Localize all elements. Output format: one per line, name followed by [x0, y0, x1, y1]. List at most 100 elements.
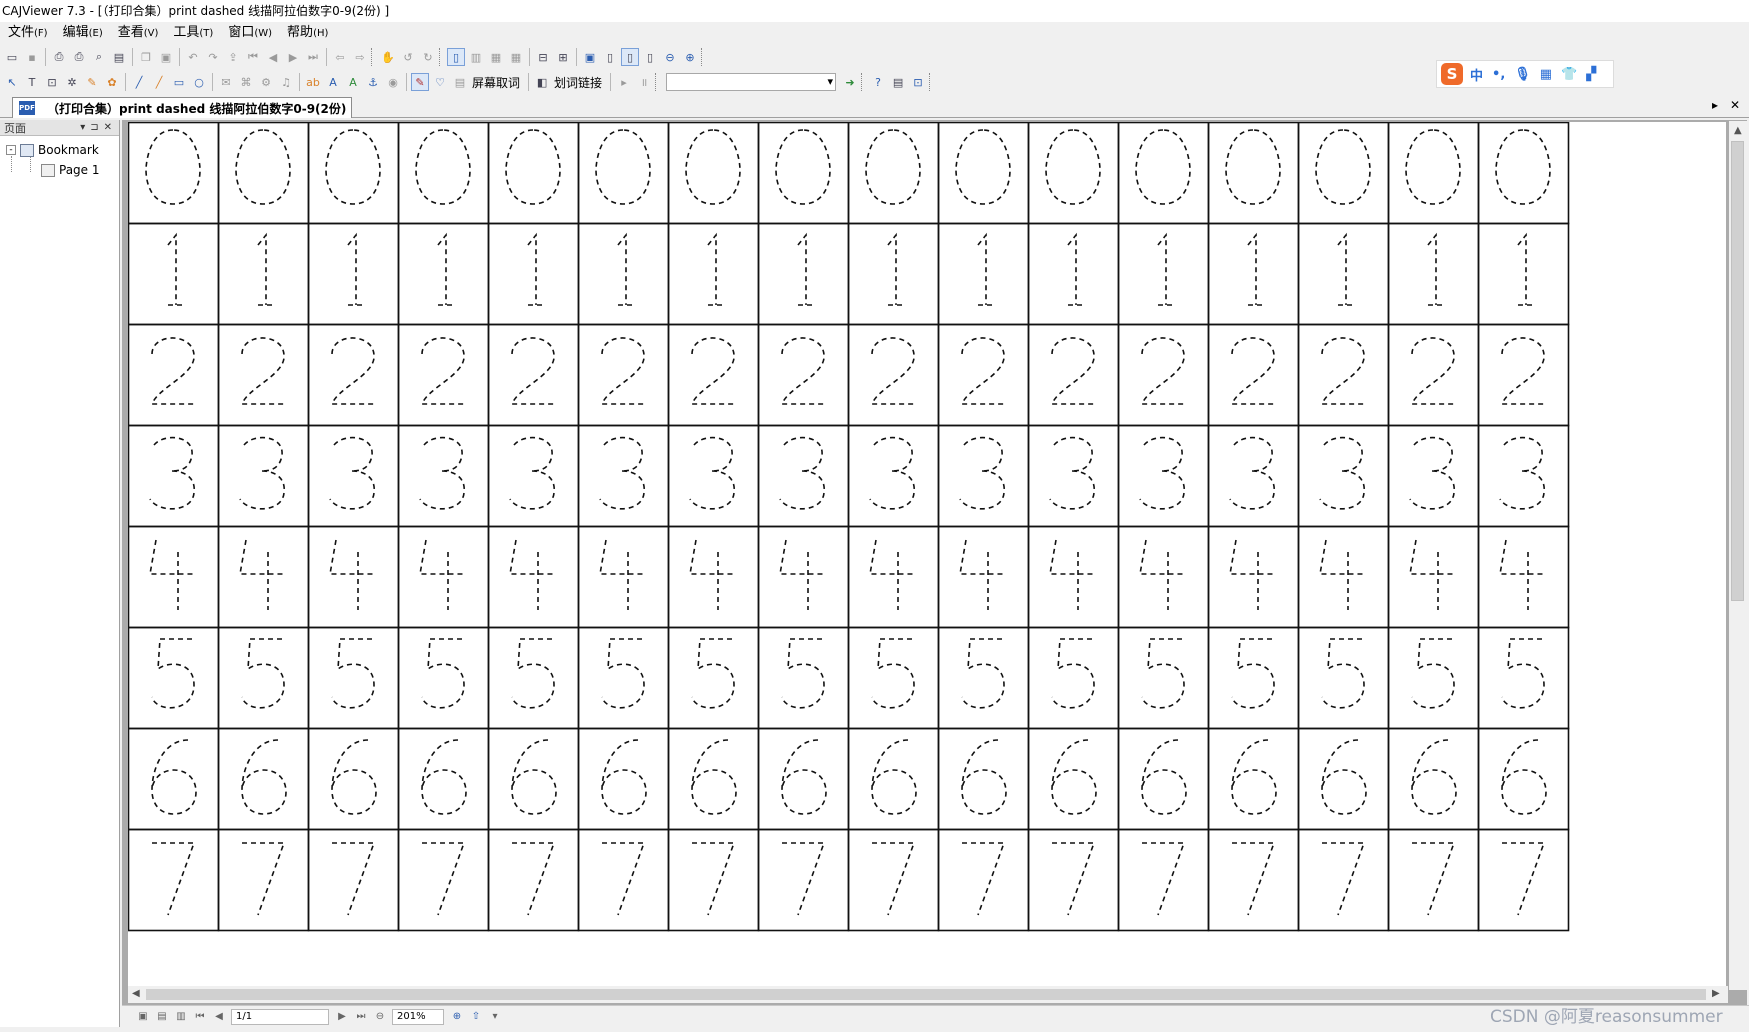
highlight-icon[interactable]: ✎	[83, 73, 101, 91]
continuous-icon[interactable]: ▥	[467, 48, 485, 66]
zoom-out-icon[interactable]: ⊖	[661, 48, 679, 66]
scroll-up-icon[interactable]: ▲	[1734, 125, 1742, 136]
last-page-icon[interactable]: ⏭	[354, 1010, 368, 1024]
side-panel-controls[interactable]: ▾⊐✕	[80, 122, 119, 133]
prev-page-icon[interactable]: ◀	[264, 48, 282, 66]
properties-icon[interactable]: ▤	[110, 48, 128, 66]
menu-edit[interactable]: 编辑(E)	[63, 22, 103, 45]
actual-size-icon[interactable]: ▯	[641, 48, 659, 66]
page-up-icon[interactable]: ⇧	[469, 1010, 483, 1024]
tree-expander[interactable]: -	[6, 145, 16, 155]
last-page-icon[interactable]: ⏭	[304, 48, 322, 66]
tab-close-icon[interactable]: ✕	[1730, 98, 1740, 112]
menu-view[interactable]: 查看(V)	[118, 22, 159, 45]
redo-icon[interactable]: ↷	[204, 48, 222, 66]
select-image-icon[interactable]: ⊞	[554, 48, 572, 66]
screen-capture-icon[interactable]: ▤	[451, 73, 469, 91]
horizontal-scrollbar[interactable]: ◀ ▶	[128, 986, 1728, 1003]
ime-mode[interactable]: 中	[1470, 65, 1483, 84]
menu-tools[interactable]: 工具(T)	[173, 22, 213, 45]
heart-icon[interactable]: ♡	[431, 73, 449, 91]
zoom-dropdown-icon[interactable]: ▾	[488, 1010, 502, 1024]
skin-icon[interactable]: 👕	[1561, 67, 1577, 82]
tab-scroll-right-icon[interactable]: ▸	[1712, 98, 1718, 112]
vertical-scrollbar[interactable]: ▲	[1729, 121, 1747, 990]
note-icon[interactable]: ✉	[217, 73, 235, 91]
screen-capture-button[interactable]: 屏幕取词	[472, 74, 520, 91]
audio-icon[interactable]: ♫	[277, 73, 295, 91]
print-preview-icon[interactable]: ⎙	[70, 48, 88, 66]
underline-text-icon[interactable]: A	[324, 73, 342, 91]
prev-page-icon[interactable]: ◀	[212, 1010, 226, 1024]
tree-item-page-1[interactable]: Page 1	[41, 163, 100, 177]
single-page-icon[interactable]: ▯	[447, 48, 465, 66]
highlight-text-icon[interactable]: ab	[304, 73, 322, 91]
toolbox-icon[interactable]: ▞	[1586, 67, 1596, 82]
settings-icon[interactable]: ⊡	[909, 73, 927, 91]
ime-punctuation[interactable]: •,	[1492, 67, 1505, 82]
select-text-icon[interactable]: ⊟	[534, 48, 552, 66]
zoom-in-icon[interactable]: ⊕	[681, 48, 699, 66]
open-icon[interactable]: ▭	[3, 48, 21, 66]
single-page-view-icon[interactable]: ▣	[136, 1010, 150, 1024]
page-number-field[interactable]: 1/1	[231, 1008, 329, 1025]
play-icon[interactable]: ▸	[615, 73, 633, 91]
continuous-view-icon[interactable]: ▤	[155, 1010, 169, 1024]
first-page-icon[interactable]: ⏮	[244, 48, 262, 66]
ocr-icon[interactable]: ✲	[63, 73, 81, 91]
export-icon[interactable]: ⇪	[224, 48, 242, 66]
marker-icon[interactable]: ╱	[150, 73, 168, 91]
strikeout-text-icon[interactable]: A	[344, 73, 362, 91]
text-select-icon[interactable]: T	[23, 73, 41, 91]
back-icon[interactable]: ⇦	[331, 48, 349, 66]
sogou-logo-icon[interactable]: S	[1441, 63, 1463, 85]
annotation-mode-icon[interactable]: ✎	[411, 73, 429, 91]
menu-window[interactable]: 窗口(W)	[228, 22, 272, 45]
document-viewer[interactable]	[122, 120, 1747, 1015]
word-link-button[interactable]: 划词链接	[554, 74, 602, 91]
fit-page-icon[interactable]: ▯	[601, 48, 619, 66]
next-page-icon[interactable]: ▶	[284, 48, 302, 66]
rotate-left-icon[interactable]: ↺	[399, 48, 417, 66]
pen-icon[interactable]: ╱	[130, 73, 148, 91]
toolbar-grip[interactable]	[861, 73, 865, 91]
tab-document[interactable]: PDF （打印合集）print dashed 线描阿拉伯数字0-9(2份)	[12, 97, 352, 118]
toolbar-grip[interactable]	[929, 73, 933, 91]
paste-icon[interactable]: ▣	[157, 48, 175, 66]
tree-item-bookmark[interactable]: - Bookmark	[6, 143, 99, 157]
anchor-icon[interactable]: ⚓	[364, 73, 382, 91]
attachment-icon[interactable]: ⌘	[237, 73, 255, 91]
go-icon[interactable]: ➜	[841, 73, 859, 91]
menu-file[interactable]: 文件(F)	[8, 22, 48, 45]
zoom-in-icon[interactable]: ⊕	[450, 1010, 464, 1024]
word-link-icon[interactable]: ◧	[533, 73, 551, 91]
zoom-field[interactable]: 201%	[392, 1008, 444, 1025]
document-info-icon[interactable]: ▤	[889, 73, 907, 91]
rotate-right-icon[interactable]: ↻	[419, 48, 437, 66]
first-page-icon[interactable]: ⏮	[193, 1010, 207, 1024]
find-icon[interactable]: ⌕	[90, 48, 108, 66]
help-icon[interactable]: ?	[869, 73, 887, 91]
microphone-icon[interactable]: 🎙	[1514, 67, 1531, 82]
print-icon[interactable]: ⎙	[50, 48, 68, 66]
toolbar-grip[interactable]	[371, 48, 375, 66]
select-arrow-icon[interactable]: ↖	[3, 73, 21, 91]
fit-width-icon[interactable]: ▯	[621, 48, 639, 66]
vertical-scroll-thumb[interactable]	[1731, 141, 1744, 601]
forward-icon[interactable]: ⇨	[351, 48, 369, 66]
menu-help[interactable]: 帮助(H)	[287, 22, 328, 45]
keyboard-icon[interactable]: ▦	[1540, 67, 1552, 82]
toolbar-grip[interactable]	[655, 73, 659, 91]
snapshot-icon[interactable]: ⊡	[43, 73, 61, 91]
save-icon[interactable]: ▪	[23, 48, 41, 66]
undo-icon[interactable]: ↶	[184, 48, 202, 66]
toolbar-grip[interactable]	[701, 48, 705, 66]
scroll-right-icon[interactable]: ▶	[1712, 988, 1720, 999]
horizontal-scroll-thumb[interactable]	[146, 989, 1706, 1000]
rectangle-icon[interactable]: ▭	[170, 73, 188, 91]
next-page-icon[interactable]: ▶	[335, 1010, 349, 1024]
search-combo[interactable]	[666, 73, 837, 91]
ellipse-icon[interactable]: ○	[190, 73, 208, 91]
full-screen-icon[interactable]: ▣	[581, 48, 599, 66]
facing-view-icon[interactable]: ▥	[174, 1010, 188, 1024]
